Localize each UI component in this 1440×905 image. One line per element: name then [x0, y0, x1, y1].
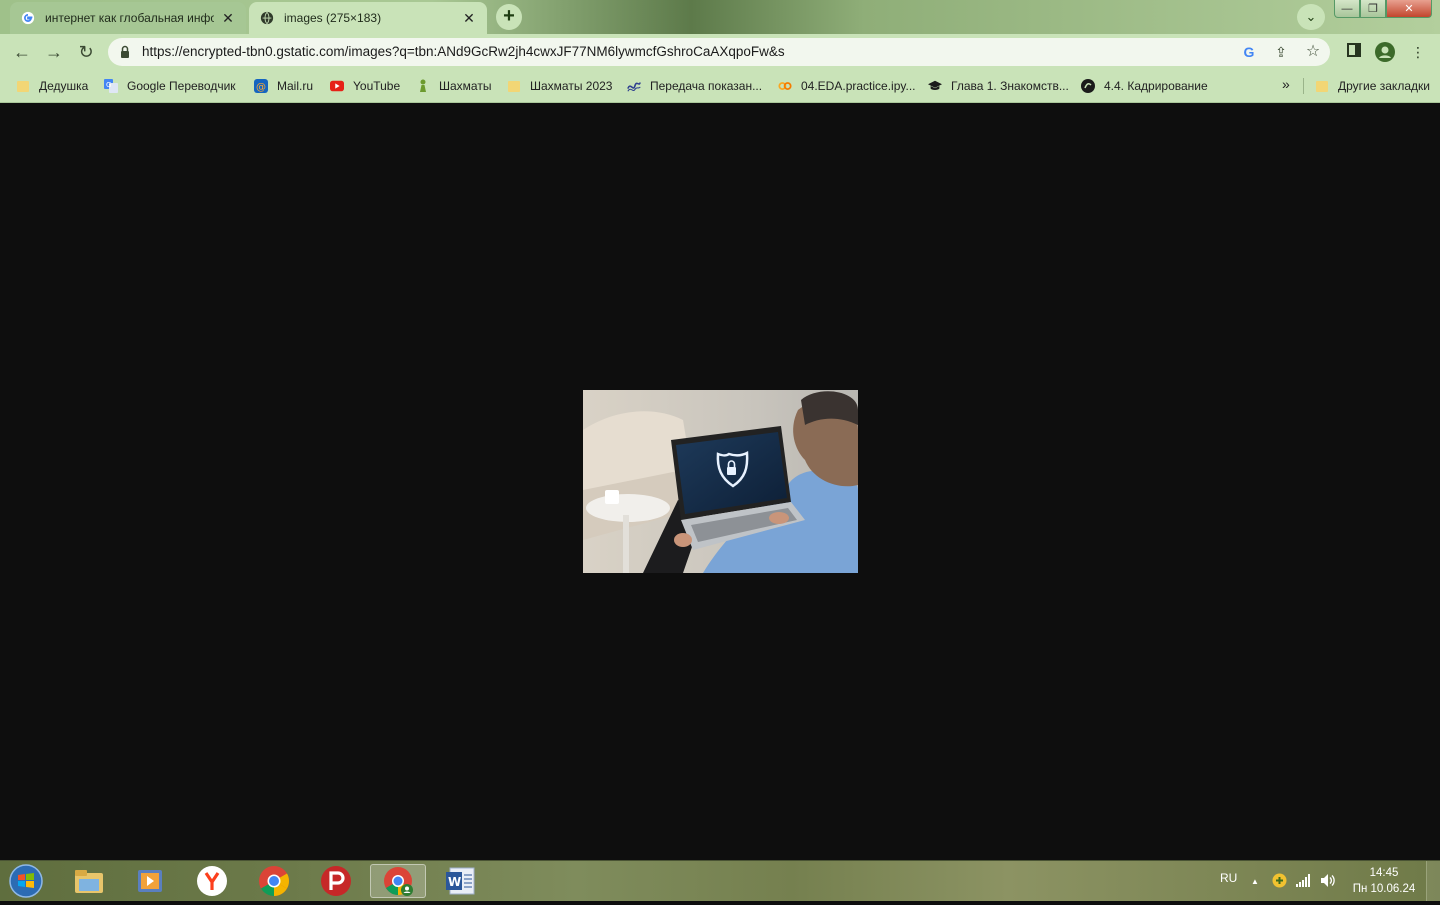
clock-time: 14:45 [1369, 867, 1399, 879]
tab-image[interactable]: images (275×183) ✕ [249, 2, 487, 34]
forward-button[interactable]: → [44, 42, 64, 62]
svg-text:@: @ [256, 82, 266, 93]
globe-icon [259, 10, 275, 26]
more-bookmarks-button[interactable]: » [1282, 76, 1290, 92]
media-player-icon[interactable] [122, 864, 178, 898]
tab-close-icon[interactable]: ✕ [461, 10, 477, 27]
bookmark-label: 04.EDA.practice.ipy... [801, 79, 916, 93]
bookmark-label: YouTube [353, 79, 401, 93]
laptop-security-photo [583, 390, 858, 573]
chrome-profile-icon[interactable] [370, 864, 426, 898]
bookmarks-bar: Дедушка G Google Переводчик @ Mail.ru Yo… [0, 70, 1440, 103]
side-panel-icon[interactable] [1344, 42, 1364, 62]
bookmark-item[interactable]: Дедушка [16, 77, 88, 95]
displayed-image[interactable] [583, 390, 858, 573]
reload-button[interactable]: ↻ [76, 42, 96, 62]
chess-pawn-icon [416, 79, 430, 93]
bookmark-item[interactable]: 04.EDA.practice.ipy... [778, 77, 916, 95]
tab-title: интернет как глобальная инфор [45, 11, 214, 25]
update-icon[interactable] [1272, 873, 1287, 891]
tab-search-button[interactable]: ⌄ [1297, 4, 1325, 30]
chrome-icon[interactable] [246, 864, 302, 898]
new-tab-button[interactable]: + [496, 4, 522, 30]
bookmarks-divider [1303, 78, 1304, 94]
maximize-button[interactable]: ❐ [1360, 0, 1386, 18]
bookmark-label: Шахматы [439, 79, 492, 93]
show-hidden-icons-button[interactable]: ▲ [1251, 877, 1259, 886]
tab-close-icon[interactable]: ✕ [220, 10, 236, 27]
start-button[interactable] [6, 862, 46, 900]
tab-strip: интернет как глобальная инфор ✕ images (… [0, 0, 1440, 34]
bookmark-item[interactable]: Шахматы [416, 77, 491, 95]
colab-icon [778, 79, 792, 93]
lock-icon[interactable] [120, 45, 130, 59]
mailru-icon: @ [254, 79, 268, 93]
graduation-cap-icon [928, 79, 942, 93]
language-indicator[interactable]: RU [1220, 871, 1237, 885]
bookmark-label: Глава 1. Знакомств... [951, 79, 1069, 93]
folder-icon [1315, 79, 1329, 93]
bookmark-item[interactable]: Шахматы 2023 [507, 77, 612, 95]
share-icon[interactable]: ⇪ [1272, 43, 1290, 61]
bookmark-label: Mail.ru [277, 79, 314, 93]
bookmark-label: 4.4. Кадрирование [1104, 79, 1208, 93]
stepik-icon [1081, 79, 1095, 93]
bookmark-item[interactable]: Глава 1. Знакомств... [928, 77, 1069, 95]
clock-date: Пн 10.06.24 [1352, 883, 1416, 895]
bookmark-label: Google Переводчик [127, 79, 236, 93]
toolbar: ← → ↻ https://encrypted-tbn0.gstatic.com… [0, 34, 1440, 70]
youtube-icon [330, 79, 344, 93]
word-icon[interactable]: W [432, 864, 488, 898]
tab-title: images (275×183) [284, 11, 382, 25]
yandex-browser-icon[interactable] [184, 864, 240, 898]
close-window-button[interactable]: ✕ [1386, 0, 1432, 18]
folder-icon [16, 79, 30, 93]
back-button[interactable]: ← [12, 42, 32, 62]
bookmark-label: Шахматы 2023 [530, 79, 613, 93]
folder-icon [507, 79, 521, 93]
address-bar[interactable]: https://encrypted-tbn0.gstatic.com/image… [108, 38, 1330, 66]
google-translate-icon: G [104, 79, 118, 93]
bookmark-item[interactable]: 4.4. Кадрирование [1081, 77, 1208, 95]
tab-search-results[interactable]: интернет как глобальная инфор ✕ [10, 2, 246, 34]
google-g-icon [20, 10, 36, 26]
volume-icon[interactable] [1320, 873, 1336, 891]
swirl-icon [627, 79, 641, 93]
bookmark-label: Другие закладки [1338, 79, 1430, 93]
profile-avatar[interactable] [1375, 42, 1395, 62]
svg-text:W: W [448, 875, 461, 889]
browser-menu-icon[interactable]: ⋮ [1408, 42, 1428, 62]
bookmark-item[interactable]: YouTube [330, 77, 400, 95]
bookmark-star-icon[interactable]: ☆ [1304, 43, 1322, 61]
other-bookmarks-folder[interactable]: Другие закладки [1315, 77, 1430, 95]
explorer-icon[interactable] [61, 864, 117, 898]
bookmark-item[interactable]: Передача показан... [627, 77, 762, 95]
taskbar: W RU ▲ 14:45 Пн 10.06.24 [0, 860, 1440, 901]
show-desktop-button[interactable] [1426, 861, 1440, 901]
bookmark-label: Дедушка [39, 79, 89, 93]
google-lens-icon[interactable]: G [1240, 43, 1258, 61]
svg-text:G: G [106, 81, 111, 89]
bookmark-item[interactable]: G Google Переводчик [104, 77, 236, 95]
minimize-button[interactable]: — [1334, 0, 1360, 18]
network-signal-icon[interactable] [1296, 874, 1311, 890]
bookmark-item[interactable]: @ Mail.ru [254, 77, 313, 95]
bookmark-label: Передача показан... [650, 79, 763, 93]
psiphon-icon[interactable] [308, 864, 364, 898]
url-text[interactable]: https://encrypted-tbn0.gstatic.com/image… [142, 44, 785, 59]
window-controls: — ❐ ✕ [1334, 0, 1432, 20]
system-clock[interactable]: 14:45 Пн 10.06.24 [1348, 865, 1420, 897]
